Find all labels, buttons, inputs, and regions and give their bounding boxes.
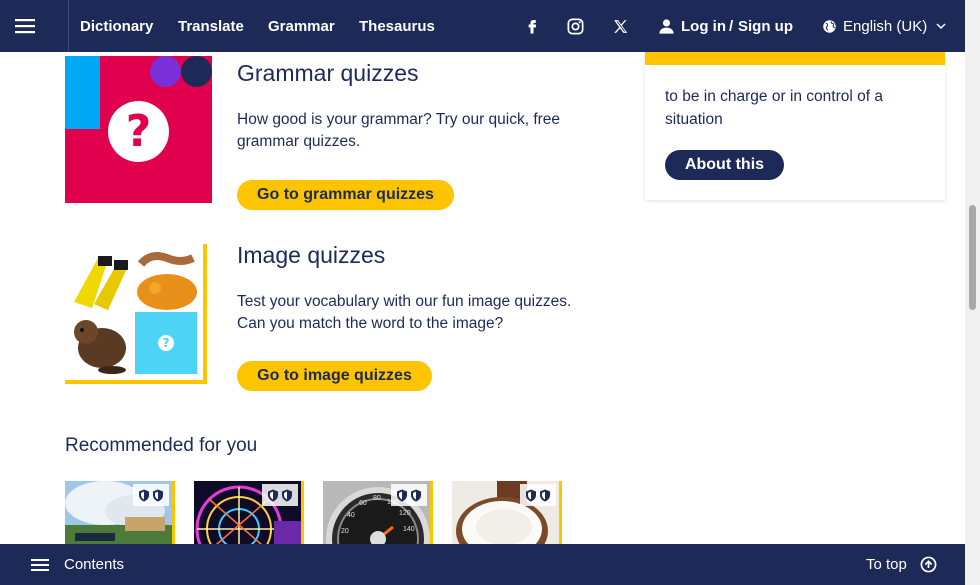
shield-icon <box>153 489 163 501</box>
facebook-icon <box>528 20 537 34</box>
question-mark-glyph: ? <box>125 106 152 157</box>
recommended-card-2[interactable] <box>194 481 304 551</box>
flippers-picture <box>74 256 128 310</box>
to-top-link[interactable]: To top <box>866 544 907 585</box>
shield-icon <box>526 489 536 501</box>
bottom-bar: Contents To top <box>0 544 965 585</box>
signup-link[interactable]: Sign up <box>738 0 793 52</box>
speedometer-tick-label: 20 <box>341 528 349 535</box>
image-quiz-image[interactable]: ? <box>65 244 207 384</box>
list-icon <box>31 559 49 571</box>
word-of-the-day-card: to be in charge or in control of a situa… <box>645 52 945 200</box>
menu-button[interactable] <box>13 14 37 38</box>
shield-icon <box>268 489 278 501</box>
image-quiz-description: Test your vocabulary with our fun image … <box>237 293 572 332</box>
x-icon <box>613 19 627 33</box>
card-badge <box>262 484 298 506</box>
image-quiz-title: Image quizzes <box>237 242 386 268</box>
speedometer-tick-label: 40 <box>347 512 355 519</box>
speedometer-tick-label: 120 <box>399 510 411 517</box>
shield-icon <box>540 489 550 501</box>
x-link[interactable] <box>608 14 632 38</box>
account-link[interactable] <box>654 14 678 38</box>
recommended-card-4[interactable] <box>452 481 562 551</box>
about-this-button[interactable]: About this <box>665 150 784 180</box>
grammar-quiz-title: Grammar quizzes <box>237 60 419 86</box>
recommended-card-1[interactable] <box>65 481 175 551</box>
question-circle-icon: ? <box>158 335 174 351</box>
nav-link-dictionary[interactable]: Dictionary <box>80 0 153 52</box>
definition-text: to be in charge or in control of a situa… <box>665 88 883 128</box>
contents-link[interactable]: Contents <box>64 544 124 585</box>
to-top-button[interactable] <box>920 556 937 573</box>
beaver-picture <box>74 320 126 374</box>
mystery-tile: ? <box>135 312 197 374</box>
chevron-down-icon <box>936 23 946 30</box>
nav-link-translate[interactable]: Translate <box>178 0 244 52</box>
speedometer-tick-label: 60 <box>359 500 367 507</box>
shield-icon <box>411 489 421 501</box>
nav-link-thesaurus[interactable]: Thesaurus <box>359 0 435 52</box>
recommended-heading: Recommended for you <box>65 435 258 456</box>
question-mark-icon: ? <box>108 101 169 162</box>
instagram-link[interactable] <box>563 14 587 38</box>
purple-circle-shape <box>150 56 181 87</box>
nav-divider <box>68 0 69 52</box>
card-badge <box>391 484 427 506</box>
card-badge <box>520 484 556 506</box>
user-icon <box>658 18 674 34</box>
shield-icon <box>397 489 407 501</box>
hamburger-icon <box>15 19 35 34</box>
arrow-up-circle-icon <box>920 556 937 573</box>
blue-block-shape <box>65 56 100 129</box>
card-accent-bar <box>645 52 945 65</box>
image-quiz-button[interactable]: Go to image quizzes <box>237 361 432 391</box>
scrollbar-thumb[interactable] <box>969 205 976 310</box>
speedometer-tick-label: 140 <box>403 526 415 533</box>
nav-link-grammar[interactable]: Grammar <box>268 0 335 52</box>
recommended-card-3[interactable]: 20 40 60 80 100 120 140 <box>323 481 433 551</box>
grammar-quiz-button[interactable]: Go to grammar quizzes <box>237 180 454 210</box>
card-badge <box>133 484 169 506</box>
top-navigation-bar: Dictionary Translate Grammar Thesaurus L… <box>0 0 965 52</box>
language-selector[interactable]: English (UK) <box>822 0 947 52</box>
grammar-quiz-description: How good is your grammar? Try our quick,… <box>237 111 561 150</box>
login-link[interactable]: Log in <box>681 0 726 52</box>
nav-slash: / <box>729 17 734 35</box>
globe-icon <box>823 19 836 33</box>
instagram-icon <box>567 18 583 34</box>
facebook-link[interactable] <box>520 14 544 38</box>
speedometer-tick-label: 80 <box>373 495 381 502</box>
shield-icon <box>282 489 292 501</box>
language-label: English (UK) <box>843 17 928 35</box>
shield-icon <box>139 489 149 501</box>
page-scrollbar[interactable] <box>965 0 980 585</box>
contents-menu-button[interactable] <box>30 555 50 575</box>
grammar-quiz-image[interactable]: ? <box>65 56 212 203</box>
navy-circle-shape <box>181 56 212 87</box>
turmeric-picture <box>137 252 197 310</box>
